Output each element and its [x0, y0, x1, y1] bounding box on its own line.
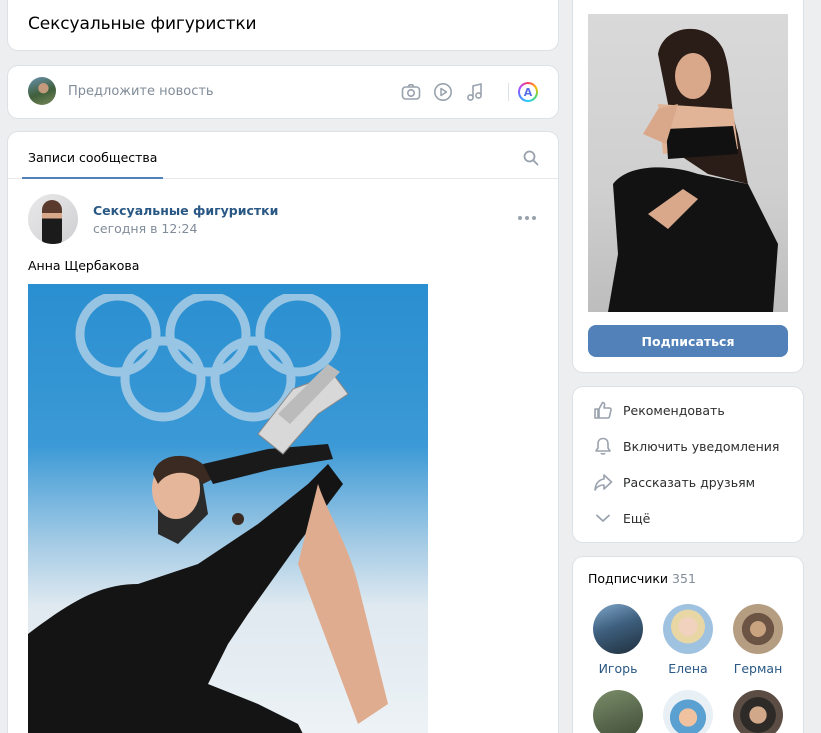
subscriber-item[interactable]: Игорь: [588, 604, 648, 676]
subscribers-header[interactable]: Подписчики 351: [588, 571, 696, 586]
suggest-news-input[interactable]: Предложите новость: [68, 84, 214, 99]
subscriber-name[interactable]: Игорь: [588, 661, 648, 676]
chevron-down-icon: [596, 514, 610, 522]
ai-icon[interactable]: A: [518, 82, 538, 102]
subscribers-title: Подписчики: [588, 571, 669, 586]
subscriber-item[interactable]: [728, 690, 788, 733]
more-action[interactable]: Ещё: [591, 508, 650, 528]
avatar[interactable]: [593, 690, 643, 733]
share-icon: [594, 474, 613, 491]
feed-tabbar: Записи сообщества: [8, 132, 558, 179]
subscriber-item[interactable]: Елена: [658, 604, 718, 676]
community-feed: Записи сообщества Сексуальные фигуристки…: [8, 132, 558, 733]
toolbar-divider: [508, 83, 509, 101]
post-timestamp[interactable]: сегодня в 12:24: [93, 221, 197, 236]
ai-badge-letter: A: [520, 84, 536, 100]
more-label: Ещё: [623, 510, 651, 526]
avatar[interactable]: [733, 604, 783, 654]
subscriber-item[interactable]: Герман: [728, 604, 788, 676]
post-text: Анна Щербакова: [28, 258, 140, 273]
share-label: Рассказать друзьям: [623, 474, 756, 490]
avatar[interactable]: [663, 690, 713, 733]
figure-skater-image: [28, 364, 388, 733]
subscriber-item[interactable]: [588, 690, 648, 733]
community-header: Сексуальные фигуристки: [8, 0, 558, 50]
suggest-news-bar[interactable]: Предложите новость A: [8, 66, 558, 118]
camera-icon[interactable]: [401, 83, 421, 101]
music-icon[interactable]: [466, 82, 484, 102]
avatar[interactable]: [593, 604, 643, 654]
notifications-label: Включить уведомления: [623, 438, 780, 454]
cover-portrait-image: [608, 28, 778, 312]
user-avatar[interactable]: [28, 77, 56, 105]
post-more-icon[interactable]: [518, 216, 536, 220]
subscriber-name[interactable]: Елена: [658, 661, 718, 676]
avatar[interactable]: [663, 604, 713, 654]
bell-icon: [595, 437, 611, 455]
avatar[interactable]: [733, 690, 783, 733]
community-cover-card: Подписаться: [573, 0, 803, 372]
notifications-action[interactable]: Включить уведомления: [591, 436, 779, 456]
recommend-action[interactable]: Рекомендовать: [591, 400, 725, 420]
post-author-avatar[interactable]: [28, 194, 78, 244]
post-author-name[interactable]: Сексуальные фигуристки: [93, 203, 278, 218]
post-photo[interactable]: [28, 284, 428, 733]
share-action[interactable]: Рассказать друзьям: [591, 472, 755, 492]
tab-community-posts[interactable]: Записи сообщества: [22, 132, 164, 179]
community-actions: Рекомендовать Включить уведомления Расск…: [573, 387, 803, 542]
community-title: Сексуальные фигуристки: [28, 14, 257, 34]
subscriber-name[interactable]: Герман: [728, 661, 788, 676]
thumbs-up-icon: [594, 401, 612, 419]
subscriber-item[interactable]: [658, 690, 718, 733]
subscribe-button[interactable]: Подписаться: [588, 325, 788, 357]
search-icon[interactable]: [523, 150, 539, 166]
video-icon[interactable]: [433, 82, 453, 102]
subscribers-count: 351: [672, 571, 696, 586]
community-cover-photo[interactable]: [588, 14, 788, 312]
subscribers-block: Подписчики 351 Игорь Елена Герман: [573, 557, 803, 733]
recommend-label: Рекомендовать: [623, 402, 725, 418]
